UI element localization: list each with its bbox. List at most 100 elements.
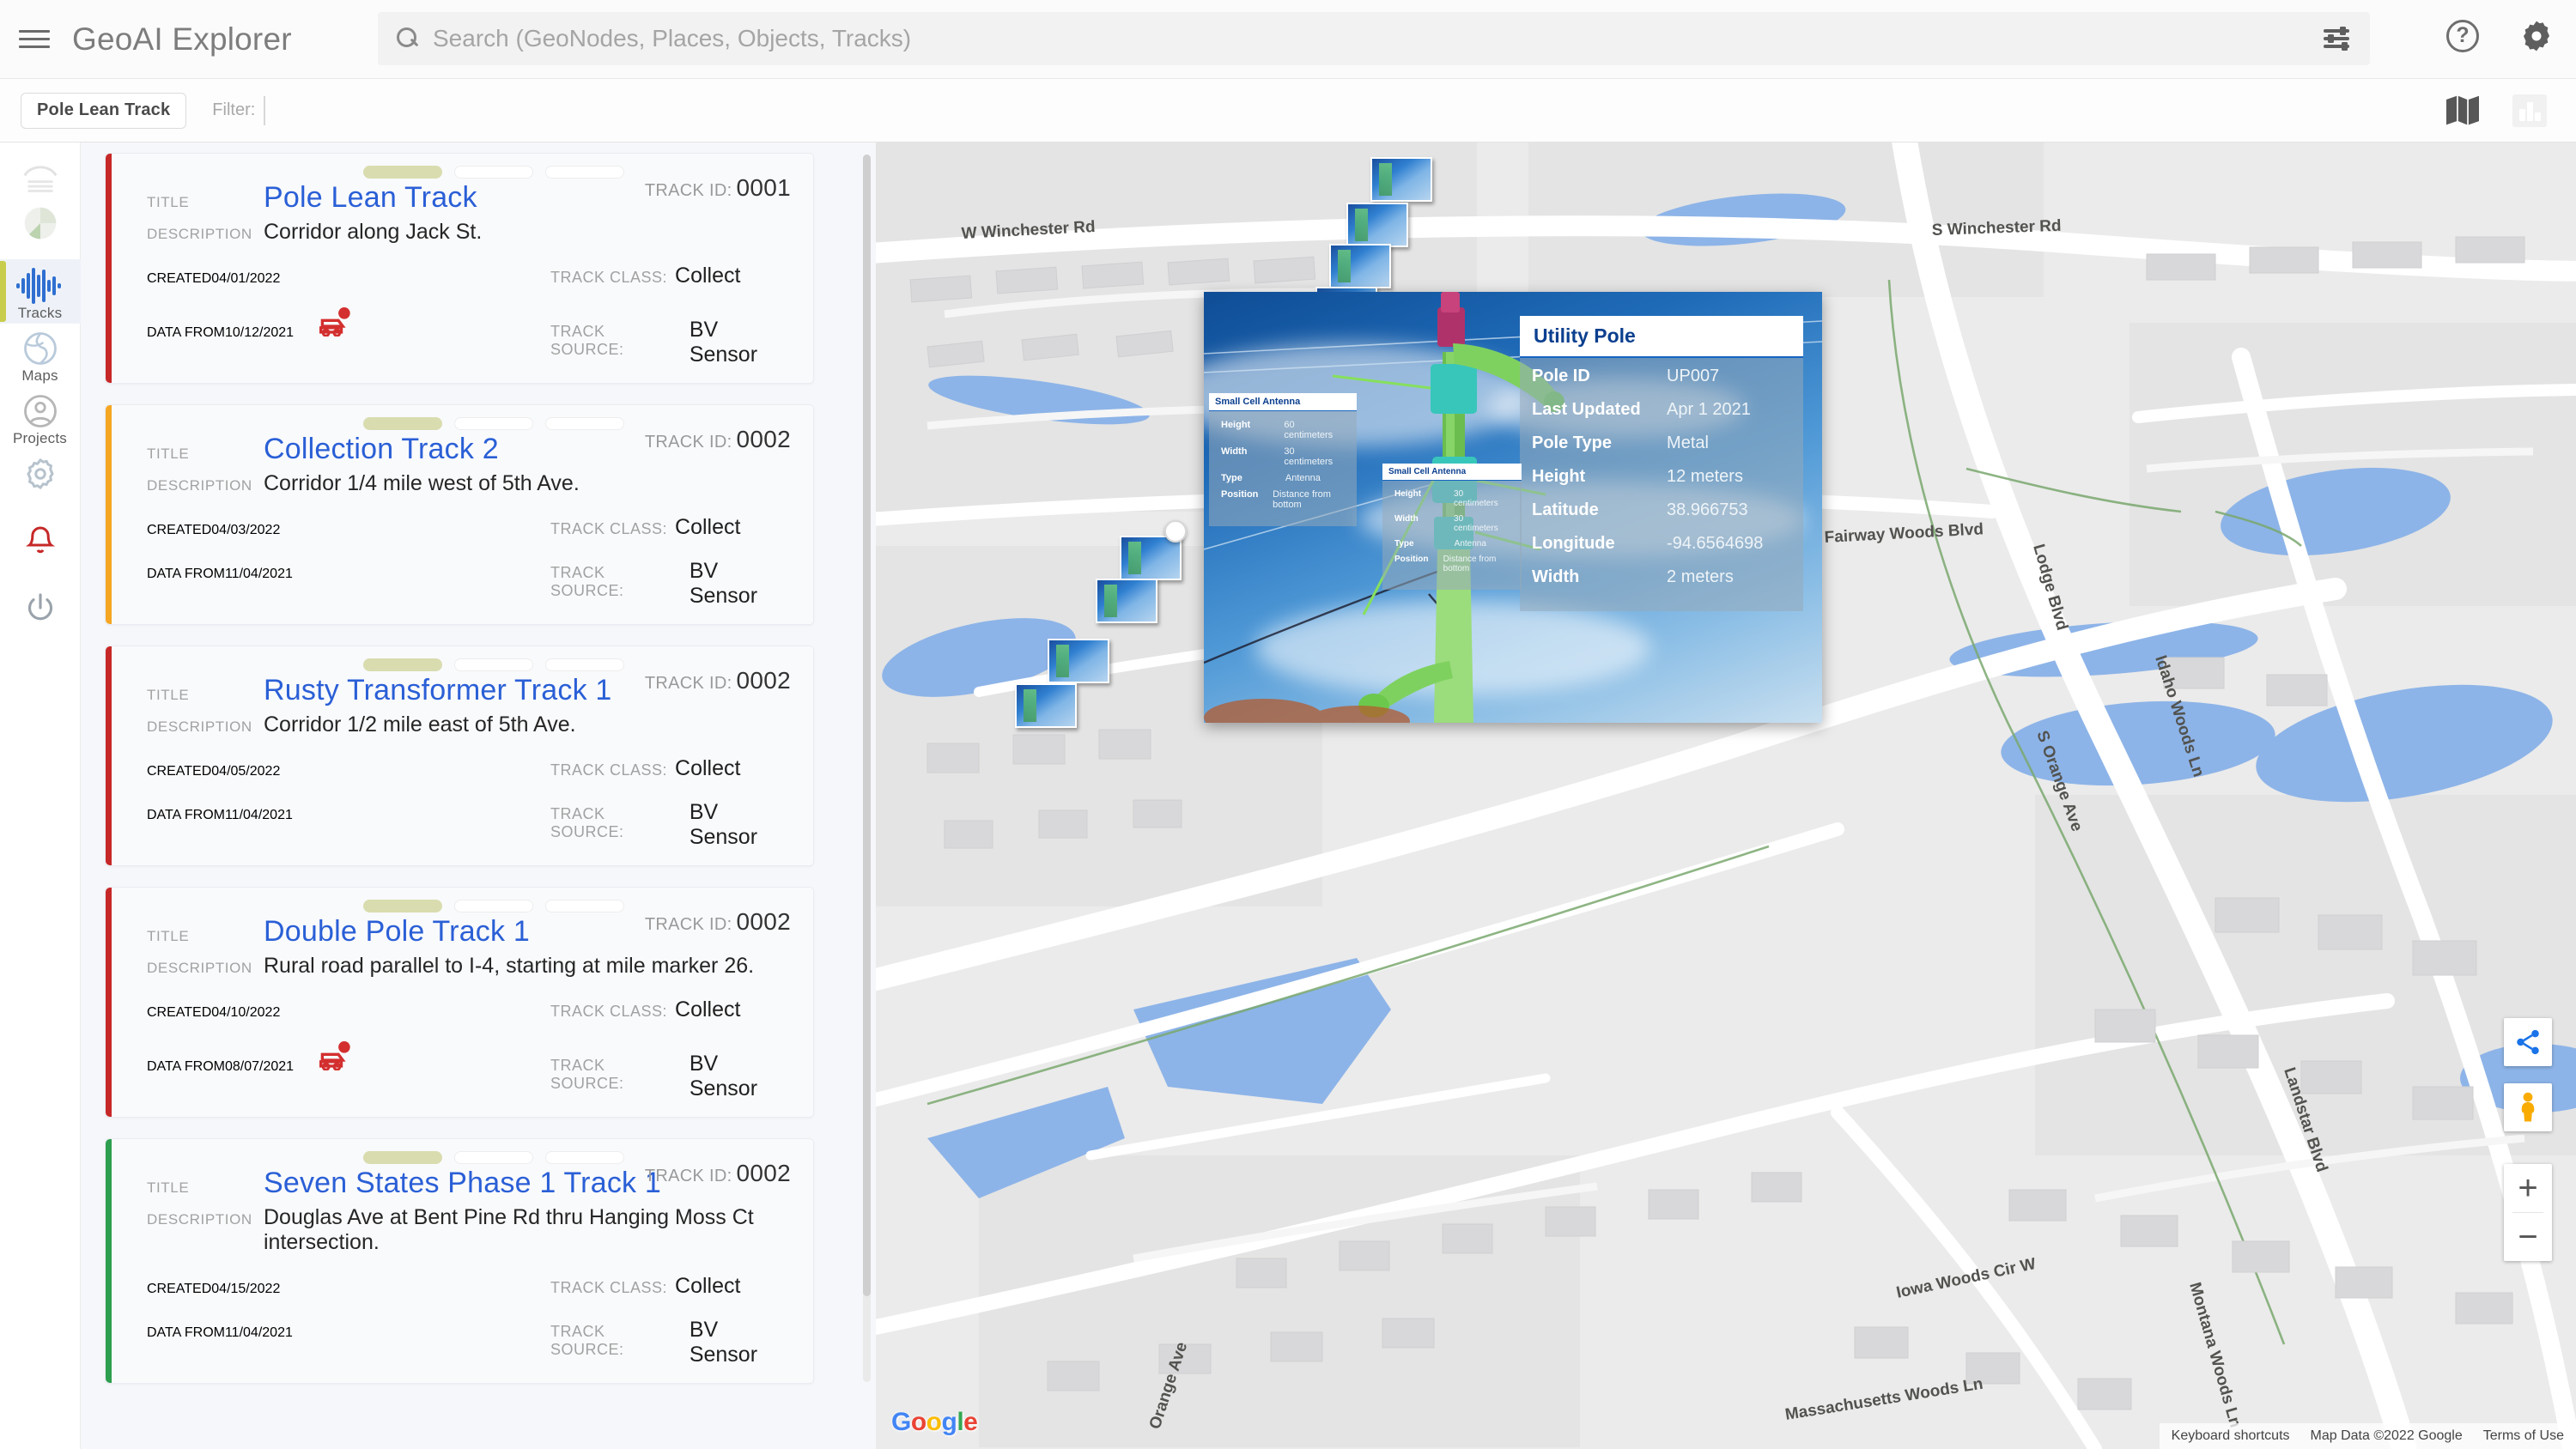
info-value: 30 centimeters xyxy=(1454,489,1498,508)
sidebar-item-analytics[interactable] xyxy=(0,155,81,197)
search-tune-button[interactable] xyxy=(2317,19,2356,58)
track-status-pill[interactable] xyxy=(363,900,442,912)
track-class-value: Collect xyxy=(675,264,741,288)
description-label: DESCRIPTION xyxy=(147,1211,252,1228)
map-view[interactable]: W Winchester Rd S Winchester Rd Fairway … xyxy=(876,142,2576,1449)
track-status-pill[interactable] xyxy=(363,1151,442,1164)
utility-pole-popup[interactable]: Utility Pole Pole ID UP007 Last Updated … xyxy=(1204,292,1822,723)
track-class-value: Collect xyxy=(675,515,741,539)
track-card[interactable]: TRACK ID: 0002 TITLE Seven States Phase 1… xyxy=(105,1138,814,1384)
photo-marker[interactable] xyxy=(1015,683,1077,728)
waveform-icon xyxy=(15,268,61,304)
sidebar-item-projects[interactable]: Projects xyxy=(0,386,81,449)
map-view-button[interactable] xyxy=(2442,91,2483,130)
panel-rows: Pole ID UP007 Last Updated Apr 1 2021 Po… xyxy=(1520,358,1803,611)
sidebar-item-maps[interactable]: Maps xyxy=(0,324,81,386)
keyboard-shortcuts-link[interactable]: Keyboard shortcuts xyxy=(2172,1428,2290,1444)
scrollbar-thumb[interactable] xyxy=(863,155,871,1296)
google-logo: Google xyxy=(891,1408,978,1436)
track-list-panel: TRACK ID: 0001 TITLE Pole Lean Track DESC… xyxy=(81,142,876,1449)
track-card[interactable]: TRACK ID: 0001 TITLE Pole Lean Track DESC… xyxy=(105,153,814,384)
track-title[interactable]: Pole Lean Track xyxy=(264,181,477,215)
track-status-pill[interactable] xyxy=(545,1151,624,1164)
track-title[interactable]: Rusty Transformer Track 1 xyxy=(264,674,612,707)
share-network-icon xyxy=(2517,1029,2539,1055)
small-cell-antenna-panel-2: Small Cell Antenna Height 30 centimeters… xyxy=(1382,464,1522,590)
track-cards: TRACK ID: 0001 TITLE Pole Lean Track DESC… xyxy=(81,142,862,1449)
track-description: Corridor 1/4 mile west of 5th Ave. xyxy=(264,471,580,495)
photo-marker[interactable] xyxy=(1096,579,1157,623)
created-label: CREATED xyxy=(147,1005,212,1020)
track-status-pill[interactable] xyxy=(363,658,442,671)
alert-icon[interactable] xyxy=(316,1041,352,1071)
track-status-pill[interactable] xyxy=(363,166,442,179)
track-status-pill[interactable] xyxy=(454,166,533,179)
track-status-pill[interactable] xyxy=(454,658,533,671)
track-status-pills xyxy=(363,658,624,671)
track-source-label: TRACK SOURCE: xyxy=(550,564,624,599)
track-status-pill[interactable] xyxy=(545,417,624,430)
hamburger-icon[interactable] xyxy=(19,27,50,52)
track-title[interactable]: Collection Track 2 xyxy=(264,433,499,466)
photo-marker[interactable] xyxy=(1120,536,1182,580)
info-value: 30 centimeters xyxy=(1454,514,1498,533)
terms-of-use-link[interactable]: Terms of Use xyxy=(2483,1428,2564,1444)
sidebar-item-label: Projects xyxy=(12,430,67,446)
zoom-out-button[interactable]: − xyxy=(2504,1213,2552,1261)
track-id: TRACK ID: 0002 xyxy=(644,1160,791,1186)
track-card[interactable]: TRACK ID: 0002 TITLE Collection Track 2 D… xyxy=(105,404,814,625)
created-label: CREATED xyxy=(147,523,212,537)
photo-marker[interactable] xyxy=(1329,244,1391,288)
track-status-pill[interactable] xyxy=(454,417,533,430)
sidebar-item-alerts[interactable] xyxy=(0,516,81,561)
info-row: Height 12 meters xyxy=(1532,467,1791,487)
photo-marker[interactable] xyxy=(1346,203,1408,247)
filter-bar: Pole Lean Track Filter: xyxy=(0,79,2576,142)
search-bar[interactable] xyxy=(378,12,2370,65)
filter-chip-pole-lean-track[interactable]: Pole Lean Track xyxy=(21,92,187,129)
description-label: DESCRIPTION xyxy=(147,226,252,242)
track-status-pill[interactable] xyxy=(454,1151,533,1164)
help-icon xyxy=(2446,20,2479,52)
share-network-button[interactable] xyxy=(2504,1018,2552,1066)
settings-button[interactable] xyxy=(2516,15,2557,57)
photo-marker[interactable] xyxy=(1370,157,1432,202)
alert-icon[interactable] xyxy=(316,307,352,337)
sidebar-item-label: Maps xyxy=(21,367,58,384)
track-source-value: BV Sensor xyxy=(689,559,758,608)
selected-node-marker[interactable] xyxy=(1164,520,1187,543)
track-title[interactable]: Double Pole Track 1 xyxy=(264,915,530,949)
card-accent-bar xyxy=(106,1139,112,1383)
track-title[interactable]: Seven States Phase 1 Track 1 xyxy=(264,1167,661,1200)
track-list-scrollbar[interactable] xyxy=(863,155,871,1382)
help-button[interactable] xyxy=(2442,15,2483,57)
sidebar-item-power[interactable] xyxy=(0,583,81,627)
zoom-in-button[interactable]: + xyxy=(2504,1164,2552,1212)
chart-view-button[interactable] xyxy=(2509,91,2550,130)
track-status-pill[interactable] xyxy=(454,900,533,912)
track-source-value: BV Sensor xyxy=(689,800,758,849)
search-input[interactable] xyxy=(433,25,2064,52)
sidebar-item-settings[interactable] xyxy=(0,449,81,494)
card-accent-bar xyxy=(106,154,112,383)
track-status-pill[interactable] xyxy=(363,417,442,430)
sidebar-item-pie[interactable] xyxy=(0,197,81,244)
power-icon xyxy=(27,593,52,621)
info-value: Distance from bottom xyxy=(1443,555,1497,573)
track-source-value: BV Sensor xyxy=(689,1318,758,1367)
track-class-value: Collect xyxy=(675,1274,741,1298)
track-status-pill[interactable] xyxy=(545,658,624,671)
sidebar-item-tracks[interactable]: Tracks xyxy=(0,259,81,324)
info-key: Width xyxy=(1394,514,1419,524)
analytics-icon xyxy=(23,166,57,192)
track-status-pill[interactable] xyxy=(545,900,624,912)
panel-title: Utility Pole xyxy=(1520,316,1803,358)
photo-marker[interactable] xyxy=(1048,639,1109,683)
pegman-button[interactable] xyxy=(2504,1083,2552,1131)
filter-input[interactable] xyxy=(264,95,266,125)
track-card[interactable]: TRACK ID: 0002 TITLE Rusty Transformer Tr… xyxy=(105,646,814,866)
info-row: Pole Type Metal xyxy=(1532,433,1791,453)
header-actions xyxy=(2442,15,2557,57)
track-status-pill[interactable] xyxy=(545,166,624,179)
track-card[interactable]: TRACK ID: 0002 TITLE Double Pole Track 1 … xyxy=(105,887,814,1118)
